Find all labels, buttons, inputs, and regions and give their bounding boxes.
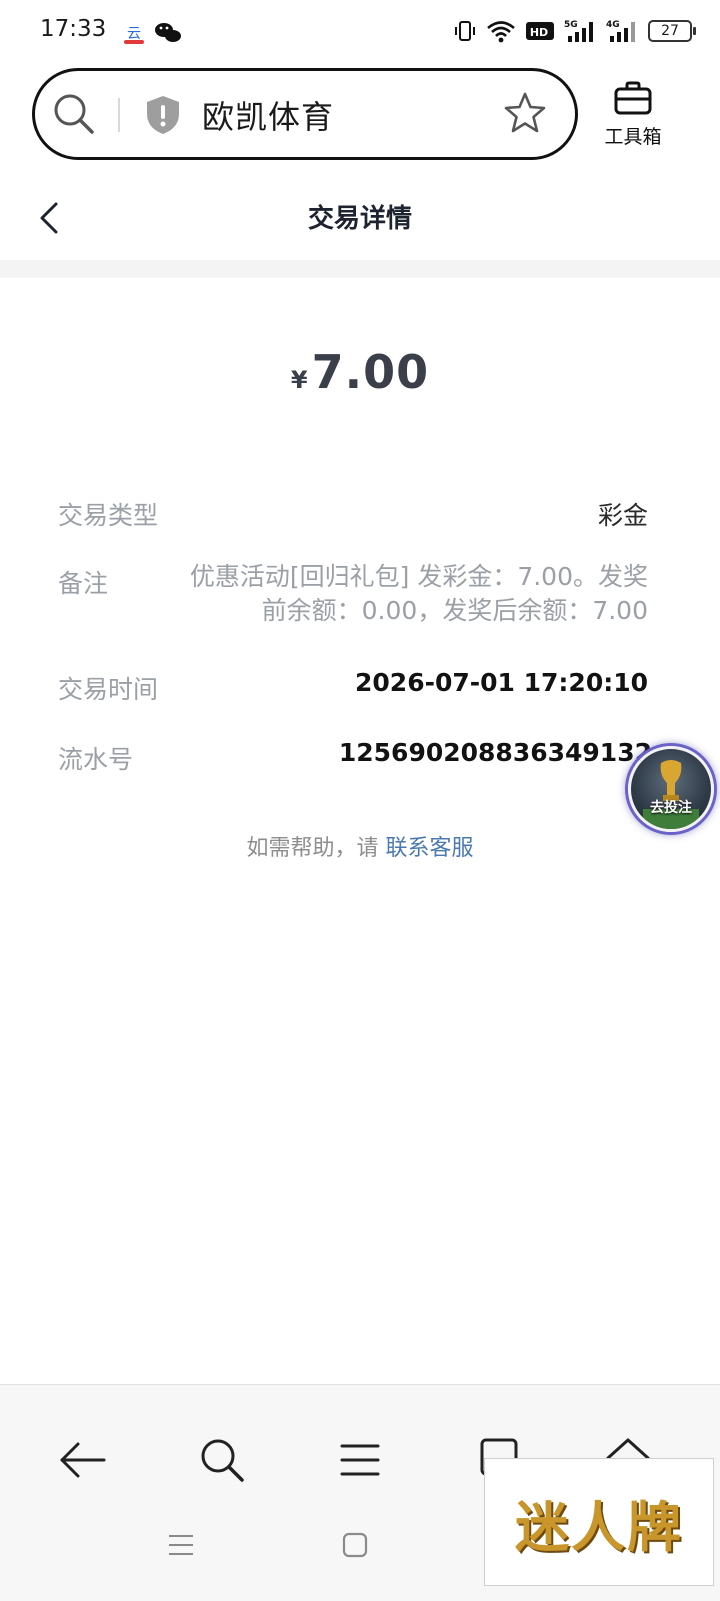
serial-value[interactable]: 125690208836349132 [339,738,652,767]
time-value: 2026-07-01 17:20:10 [355,668,648,697]
serial-label: 流水号 [58,745,134,774]
5g-signal-icon: 5G [564,20,593,42]
time-label: 交易时间 [58,675,159,704]
go-bet-button[interactable]: 去投注 [628,746,714,832]
svg-text:5G: 5G [564,20,578,30]
type-value: 彩金 [597,501,648,530]
address-text[interactable]: 欧凯体育 [202,92,334,138]
shield-warning-icon[interactable] [144,94,182,136]
nav-home-icon[interactable] [340,1530,370,1560]
hd-icon: HD [526,22,554,40]
4g-signal-icon: 4G [606,20,635,42]
header-divider [0,260,720,278]
svg-text:HD: HD [530,26,548,39]
battery-icon: 27 [648,20,696,42]
type-label: 交易类型 [58,501,159,530]
wifi-icon [487,21,515,43]
status-time: 17:33 [40,16,107,42]
trophy-icon [643,760,699,829]
remark-value: 优惠活动[回归礼包] 发彩金：7.00。发奖前余额：0.00，发奖后余额：7.0… [189,562,648,625]
toolbar-search-icon[interactable] [192,1430,252,1490]
amount-display: ¥7.00 [0,345,720,399]
back-arrow-icon[interactable] [52,1430,112,1490]
wechat-icon [155,23,181,42]
status-left-icons: 云 [122,18,192,52]
address-divider [118,98,120,132]
toolbox-label: 工具箱 [604,126,662,148]
go-bet-label: 去投注 [650,800,692,816]
search-icon[interactable] [52,92,96,136]
amount-currency: ¥ [290,366,308,394]
svg-text:4G: 4G [606,20,620,30]
amount-value: 7.00 [311,345,430,399]
toolbox-icon [614,81,652,115]
vibrate-icon [455,21,475,41]
star-icon[interactable] [502,90,548,136]
help-line: 如需帮助，请 联系客服 [0,830,720,862]
watermark-text: 迷人牌 [515,1494,683,1559]
app-icon: 云 [122,20,146,44]
remark-label: 备注 [58,569,109,598]
contact-support-link[interactable]: 联系客服 [386,836,474,861]
watermark: 迷人牌 [484,1458,714,1586]
svg-text:云: 云 [127,26,141,42]
status-bar: 17:33 云 HD 5G 4G 27 [0,0,720,64]
toolbox-button[interactable]: 工具箱 [600,80,666,150]
status-right-icons: HD 5G 4G 27 [454,18,696,44]
menu-icon[interactable] [330,1430,390,1490]
nav-recents-icon[interactable] [166,1530,196,1560]
help-prefix: 如需帮助，请 [246,836,379,861]
page-title: 交易详情 [307,204,412,234]
